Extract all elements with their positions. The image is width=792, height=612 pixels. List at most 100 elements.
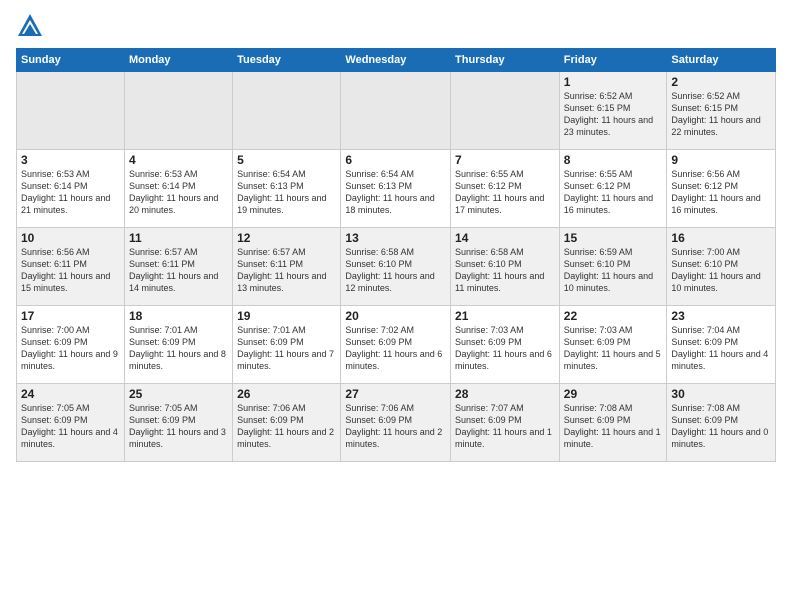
- day-number: 24: [21, 387, 120, 401]
- calendar-cell: 27Sunrise: 7:06 AM Sunset: 6:09 PM Dayli…: [341, 384, 451, 462]
- calendar-cell: 28Sunrise: 7:07 AM Sunset: 6:09 PM Dayli…: [451, 384, 560, 462]
- calendar-cell: [451, 72, 560, 150]
- calendar-cell: 24Sunrise: 7:05 AM Sunset: 6:09 PM Dayli…: [17, 384, 125, 462]
- calendar-header-thursday: Thursday: [451, 49, 560, 72]
- day-info: Sunrise: 6:53 AM Sunset: 6:14 PM Dayligh…: [129, 168, 228, 217]
- day-info: Sunrise: 7:04 AM Sunset: 6:09 PM Dayligh…: [671, 324, 771, 373]
- calendar-cell: [341, 72, 451, 150]
- day-info: Sunrise: 7:05 AM Sunset: 6:09 PM Dayligh…: [129, 402, 228, 451]
- header: [16, 12, 776, 40]
- calendar-header-tuesday: Tuesday: [233, 49, 341, 72]
- calendar-cell: [17, 72, 125, 150]
- day-info: Sunrise: 7:05 AM Sunset: 6:09 PM Dayligh…: [21, 402, 120, 451]
- day-info: Sunrise: 7:03 AM Sunset: 6:09 PM Dayligh…: [455, 324, 555, 373]
- day-number: 6: [345, 153, 446, 167]
- calendar-header-row: SundayMondayTuesdayWednesdayThursdayFrid…: [17, 49, 776, 72]
- calendar-cell: 29Sunrise: 7:08 AM Sunset: 6:09 PM Dayli…: [559, 384, 667, 462]
- calendar-cell: 22Sunrise: 7:03 AM Sunset: 6:09 PM Dayli…: [559, 306, 667, 384]
- day-number: 2: [671, 75, 771, 89]
- day-number: 15: [564, 231, 663, 245]
- day-info: Sunrise: 6:59 AM Sunset: 6:10 PM Dayligh…: [564, 246, 663, 295]
- day-number: 14: [455, 231, 555, 245]
- calendar-cell: 11Sunrise: 6:57 AM Sunset: 6:11 PM Dayli…: [124, 228, 232, 306]
- day-info: Sunrise: 6:54 AM Sunset: 6:13 PM Dayligh…: [345, 168, 446, 217]
- calendar-cell: 7Sunrise: 6:55 AM Sunset: 6:12 PM Daylig…: [451, 150, 560, 228]
- calendar-cell: 9Sunrise: 6:56 AM Sunset: 6:12 PM Daylig…: [667, 150, 776, 228]
- calendar-cell: 5Sunrise: 6:54 AM Sunset: 6:13 PM Daylig…: [233, 150, 341, 228]
- day-info: Sunrise: 7:02 AM Sunset: 6:09 PM Dayligh…: [345, 324, 446, 373]
- calendar-cell: 15Sunrise: 6:59 AM Sunset: 6:10 PM Dayli…: [559, 228, 667, 306]
- calendar-cell: 18Sunrise: 7:01 AM Sunset: 6:09 PM Dayli…: [124, 306, 232, 384]
- day-number: 17: [21, 309, 120, 323]
- calendar-cell: 19Sunrise: 7:01 AM Sunset: 6:09 PM Dayli…: [233, 306, 341, 384]
- day-number: 26: [237, 387, 336, 401]
- day-number: 27: [345, 387, 446, 401]
- calendar-header-wednesday: Wednesday: [341, 49, 451, 72]
- day-info: Sunrise: 6:52 AM Sunset: 6:15 PM Dayligh…: [564, 90, 663, 139]
- day-info: Sunrise: 7:01 AM Sunset: 6:09 PM Dayligh…: [129, 324, 228, 373]
- day-info: Sunrise: 7:01 AM Sunset: 6:09 PM Dayligh…: [237, 324, 336, 373]
- calendar-cell: 4Sunrise: 6:53 AM Sunset: 6:14 PM Daylig…: [124, 150, 232, 228]
- calendar-cell: 13Sunrise: 6:58 AM Sunset: 6:10 PM Dayli…: [341, 228, 451, 306]
- day-info: Sunrise: 7:08 AM Sunset: 6:09 PM Dayligh…: [564, 402, 663, 451]
- day-number: 25: [129, 387, 228, 401]
- calendar-cell: 23Sunrise: 7:04 AM Sunset: 6:09 PM Dayli…: [667, 306, 776, 384]
- day-number: 3: [21, 153, 120, 167]
- calendar-header-sunday: Sunday: [17, 49, 125, 72]
- day-number: 30: [671, 387, 771, 401]
- day-number: 23: [671, 309, 771, 323]
- calendar-cell: 14Sunrise: 6:58 AM Sunset: 6:10 PM Dayli…: [451, 228, 560, 306]
- day-number: 18: [129, 309, 228, 323]
- day-info: Sunrise: 6:57 AM Sunset: 6:11 PM Dayligh…: [129, 246, 228, 295]
- calendar-cell: 16Sunrise: 7:00 AM Sunset: 6:10 PM Dayli…: [667, 228, 776, 306]
- logo: [16, 12, 48, 40]
- calendar-cell: 25Sunrise: 7:05 AM Sunset: 6:09 PM Dayli…: [124, 384, 232, 462]
- day-number: 16: [671, 231, 771, 245]
- calendar-week-row: 24Sunrise: 7:05 AM Sunset: 6:09 PM Dayli…: [17, 384, 776, 462]
- calendar-week-row: 17Sunrise: 7:00 AM Sunset: 6:09 PM Dayli…: [17, 306, 776, 384]
- day-number: 7: [455, 153, 555, 167]
- calendar-header-friday: Friday: [559, 49, 667, 72]
- day-number: 4: [129, 153, 228, 167]
- day-info: Sunrise: 7:08 AM Sunset: 6:09 PM Dayligh…: [671, 402, 771, 451]
- day-number: 5: [237, 153, 336, 167]
- day-info: Sunrise: 6:58 AM Sunset: 6:10 PM Dayligh…: [455, 246, 555, 295]
- calendar-header-monday: Monday: [124, 49, 232, 72]
- calendar-cell: [124, 72, 232, 150]
- calendar-cell: 3Sunrise: 6:53 AM Sunset: 6:14 PM Daylig…: [17, 150, 125, 228]
- day-info: Sunrise: 6:56 AM Sunset: 6:12 PM Dayligh…: [671, 168, 771, 217]
- logo-icon: [16, 12, 44, 40]
- day-info: Sunrise: 7:00 AM Sunset: 6:09 PM Dayligh…: [21, 324, 120, 373]
- day-number: 1: [564, 75, 663, 89]
- day-number: 20: [345, 309, 446, 323]
- day-info: Sunrise: 7:00 AM Sunset: 6:10 PM Dayligh…: [671, 246, 771, 295]
- day-info: Sunrise: 7:07 AM Sunset: 6:09 PM Dayligh…: [455, 402, 555, 451]
- calendar-week-row: 3Sunrise: 6:53 AM Sunset: 6:14 PM Daylig…: [17, 150, 776, 228]
- day-info: Sunrise: 6:55 AM Sunset: 6:12 PM Dayligh…: [564, 168, 663, 217]
- day-number: 13: [345, 231, 446, 245]
- calendar-cell: 10Sunrise: 6:56 AM Sunset: 6:11 PM Dayli…: [17, 228, 125, 306]
- calendar-cell: 26Sunrise: 7:06 AM Sunset: 6:09 PM Dayli…: [233, 384, 341, 462]
- calendar-cell: 1Sunrise: 6:52 AM Sunset: 6:15 PM Daylig…: [559, 72, 667, 150]
- calendar-cell: 17Sunrise: 7:00 AM Sunset: 6:09 PM Dayli…: [17, 306, 125, 384]
- day-number: 8: [564, 153, 663, 167]
- day-number: 11: [129, 231, 228, 245]
- calendar-cell: 30Sunrise: 7:08 AM Sunset: 6:09 PM Dayli…: [667, 384, 776, 462]
- day-number: 21: [455, 309, 555, 323]
- calendar-cell: 6Sunrise: 6:54 AM Sunset: 6:13 PM Daylig…: [341, 150, 451, 228]
- calendar-cell: [233, 72, 341, 150]
- day-info: Sunrise: 6:53 AM Sunset: 6:14 PM Dayligh…: [21, 168, 120, 217]
- day-number: 10: [21, 231, 120, 245]
- day-info: Sunrise: 6:54 AM Sunset: 6:13 PM Dayligh…: [237, 168, 336, 217]
- calendar-header-saturday: Saturday: [667, 49, 776, 72]
- day-info: Sunrise: 7:06 AM Sunset: 6:09 PM Dayligh…: [345, 402, 446, 451]
- day-number: 12: [237, 231, 336, 245]
- day-number: 19: [237, 309, 336, 323]
- day-info: Sunrise: 6:57 AM Sunset: 6:11 PM Dayligh…: [237, 246, 336, 295]
- calendar-cell: 8Sunrise: 6:55 AM Sunset: 6:12 PM Daylig…: [559, 150, 667, 228]
- day-number: 9: [671, 153, 771, 167]
- calendar-cell: 21Sunrise: 7:03 AM Sunset: 6:09 PM Dayli…: [451, 306, 560, 384]
- day-info: Sunrise: 7:06 AM Sunset: 6:09 PM Dayligh…: [237, 402, 336, 451]
- calendar-table: SundayMondayTuesdayWednesdayThursdayFrid…: [16, 48, 776, 462]
- day-number: 28: [455, 387, 555, 401]
